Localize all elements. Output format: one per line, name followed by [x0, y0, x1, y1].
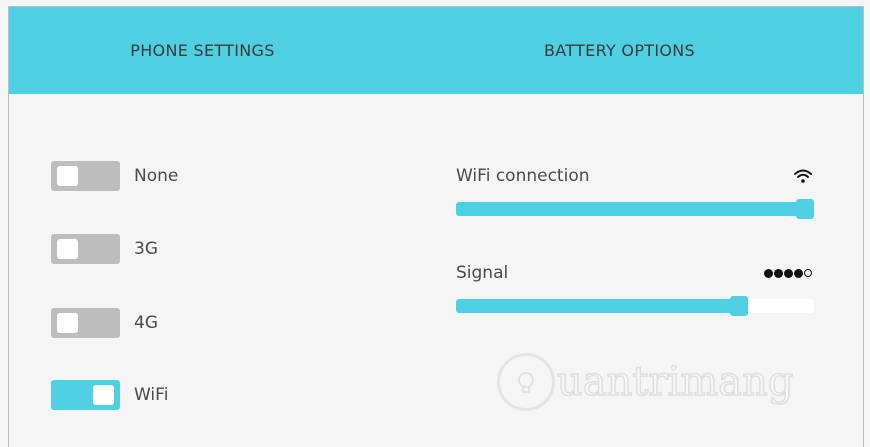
signal-slider-handle[interactable] — [730, 296, 748, 316]
toggle-label-4g: 4G — [134, 313, 158, 333]
watermark-logo: uantrimang — [497, 347, 794, 417]
watermark-text: uantrimang — [556, 358, 794, 406]
signal-dot-filled — [784, 268, 793, 278]
wifi-slider-handle[interactable] — [796, 199, 814, 219]
toggle-knob — [93, 385, 114, 405]
toggle-3g[interactable] — [51, 234, 120, 264]
toggle-none[interactable] — [51, 161, 120, 191]
signal-dot-empty — [804, 269, 812, 277]
app-frame: PHONE SETTINGS BATTERY OPTIONS None 3G 4… — [8, 6, 864, 447]
signal-dot-filled — [774, 268, 783, 278]
signal-slider[interactable] — [456, 296, 814, 316]
toggle-row-3g: 3G — [51, 231, 158, 267]
toggle-row-none: None — [51, 158, 178, 194]
toggle-knob — [57, 313, 78, 333]
toggle-label-3g: 3G — [134, 239, 158, 259]
tab-bar: PHONE SETTINGS BATTERY OPTIONS — [9, 7, 863, 94]
tab-battery-options[interactable]: BATTERY OPTIONS — [406, 7, 833, 94]
toggle-knob — [57, 166, 78, 186]
tab-battery-options-label: BATTERY OPTIONS — [544, 41, 695, 60]
lightbulb-icon — [497, 353, 555, 411]
wifi-connection-label: WiFi connection — [456, 166, 590, 186]
toggle-label-none: None — [134, 166, 179, 186]
toggle-row-4g: 4G — [51, 305, 158, 341]
toggle-label-wifi: WiFi — [134, 385, 169, 405]
toggle-4g[interactable] — [51, 308, 120, 338]
wifi-icon — [794, 169, 812, 183]
signal-slider-fill — [456, 299, 739, 313]
signal-label: Signal — [456, 263, 509, 283]
wifi-connection-slider[interactable] — [456, 199, 814, 219]
signal-dot-filled — [764, 268, 773, 278]
signal-dot-filled — [794, 268, 803, 278]
toggle-wifi[interactable] — [51, 380, 120, 410]
tab-phone-settings-label: PHONE SETTINGS — [130, 41, 275, 60]
tab-phone-settings[interactable]: PHONE SETTINGS — [0, 7, 416, 94]
signal-control: Signal — [456, 261, 814, 316]
wifi-slider-fill — [456, 202, 814, 216]
toggle-knob — [57, 239, 78, 259]
toggle-row-wifi: WiFi — [51, 377, 168, 413]
wifi-connection-control: WiFi connection — [456, 164, 814, 219]
signal-dots-icon — [764, 268, 812, 278]
